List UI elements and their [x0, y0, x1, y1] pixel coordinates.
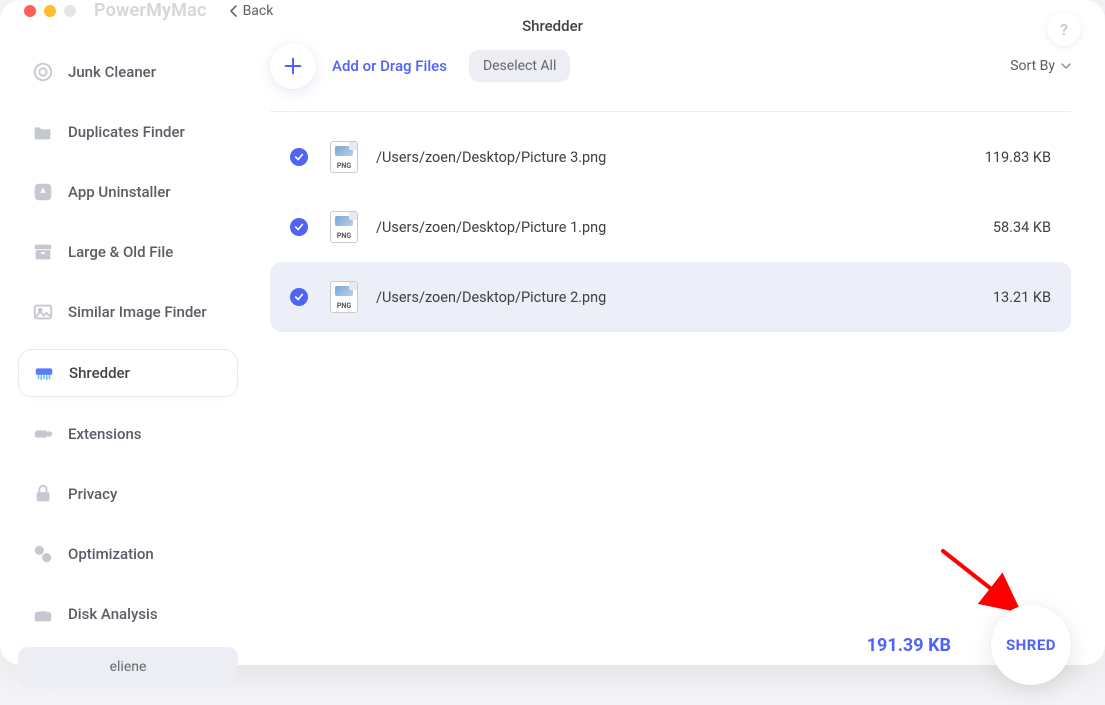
extensions-icon: [32, 423, 54, 445]
sort-by-label: Sort By: [1010, 58, 1055, 74]
file-type-icon: PNG: [330, 281, 358, 313]
deselect-all-button[interactable]: Deselect All: [469, 50, 570, 82]
minimize-window-button[interactable]: [44, 5, 56, 17]
close-window-button[interactable]: [24, 5, 36, 17]
file-checkbox[interactable]: [290, 288, 308, 306]
sidebar-item-app-uninstaller[interactable]: App Uninstaller: [18, 169, 238, 215]
file-path: /Users/zoen/Desktop/Picture 3.png: [376, 149, 985, 166]
file-size: 13.21 KB: [993, 289, 1051, 306]
file-list: PNG /Users/zoen/Desktop/Picture 3.png 11…: [270, 122, 1071, 332]
sidebar-item-junk-cleaner[interactable]: Junk Cleaner: [18, 49, 238, 95]
sidebar-item-optimization[interactable]: Optimization: [18, 531, 238, 577]
user-name: eliene: [110, 659, 147, 675]
toolbar: Add or Drag Files Deselect All Sort By: [270, 43, 1071, 112]
sidebar-item-label: Disk Analysis: [68, 605, 158, 623]
disk-icon: [32, 603, 54, 625]
app-window: PowerMyMac Back Shredder ? Junk Cleaner: [0, 0, 1105, 665]
sidebar-item-disk-analysis[interactable]: Disk Analysis: [18, 591, 238, 637]
add-files-button[interactable]: [270, 43, 316, 89]
main-content: Add or Drag Files Deselect All Sort By P…: [250, 21, 1105, 705]
target-icon: [32, 61, 54, 83]
lock-icon: [32, 483, 54, 505]
file-size: 119.83 KB: [985, 149, 1051, 166]
sidebar-item-label: Optimization: [68, 545, 154, 563]
file-row[interactable]: PNG /Users/zoen/Desktop/Picture 1.png 58…: [270, 192, 1071, 262]
shred-button-label: SHRED: [1006, 636, 1056, 654]
file-row[interactable]: PNG /Users/zoen/Desktop/Picture 2.png 13…: [270, 262, 1071, 332]
sort-by-dropdown[interactable]: Sort By: [1010, 58, 1071, 74]
app-icon: [32, 181, 54, 203]
file-row[interactable]: PNG /Users/zoen/Desktop/Picture 3.png 11…: [270, 122, 1071, 192]
sidebar-item-shredder[interactable]: Shredder: [18, 349, 238, 397]
sidebar-item-label: Similar Image Finder: [68, 303, 207, 321]
file-type-icon: PNG: [330, 141, 358, 173]
sidebar-item-privacy[interactable]: Privacy: [18, 471, 238, 517]
sidebar-item-duplicates-finder[interactable]: Duplicates Finder: [18, 109, 238, 155]
add-files-label[interactable]: Add or Drag Files: [332, 57, 447, 75]
window-controls: [24, 5, 76, 17]
file-checkbox[interactable]: [290, 148, 308, 166]
archive-icon: [32, 241, 54, 263]
file-size: 58.34 KB: [993, 219, 1051, 236]
back-label: Back: [243, 3, 274, 19]
back-button[interactable]: Back: [229, 3, 274, 19]
file-type-icon: PNG: [330, 211, 358, 243]
plus-icon: [282, 55, 304, 77]
maximize-window-button[interactable]: [64, 5, 76, 17]
titlebar: PowerMyMac Back Shredder ?: [0, 0, 1105, 21]
check-icon: [294, 152, 304, 162]
total-size: 191.39 KB: [867, 635, 951, 656]
sidebar-item-similar-image-finder[interactable]: Similar Image Finder: [18, 289, 238, 335]
shredder-icon: [33, 362, 55, 384]
chevron-left-icon: [229, 5, 239, 17]
app-name: PowerMyMac: [94, 0, 207, 21]
sidebar-item-extensions[interactable]: Extensions: [18, 411, 238, 457]
footer: 191.39 KB SHRED: [867, 605, 1071, 685]
user-chip[interactable]: eliene: [18, 647, 238, 687]
sidebar-item-large-old-file[interactable]: Large & Old File: [18, 229, 238, 275]
sidebar-item-label: Privacy: [68, 485, 117, 503]
optimization-icon: [32, 543, 54, 565]
file-checkbox[interactable]: [290, 218, 308, 236]
sidebar-item-label: Extensions: [68, 425, 142, 443]
sidebar: Junk Cleaner Duplicates Finder App Unins…: [0, 21, 250, 705]
sidebar-item-label: Duplicates Finder: [68, 123, 185, 141]
chevron-down-icon: [1061, 62, 1071, 70]
check-icon: [294, 222, 304, 232]
image-icon: [32, 301, 54, 323]
sidebar-item-label: App Uninstaller: [68, 183, 171, 201]
sidebar-item-label: Large & Old File: [68, 243, 173, 261]
sidebar-nav: Junk Cleaner Duplicates Finder App Unins…: [18, 49, 238, 637]
file-path: /Users/zoen/Desktop/Picture 1.png: [376, 219, 993, 236]
sidebar-item-label: Shredder: [69, 364, 130, 382]
file-path: /Users/zoen/Desktop/Picture 2.png: [376, 289, 993, 306]
check-icon: [294, 292, 304, 302]
body: Junk Cleaner Duplicates Finder App Unins…: [0, 21, 1105, 705]
folder-stack-icon: [32, 121, 54, 143]
sidebar-item-label: Junk Cleaner: [68, 63, 156, 81]
shred-button[interactable]: SHRED: [991, 605, 1071, 685]
